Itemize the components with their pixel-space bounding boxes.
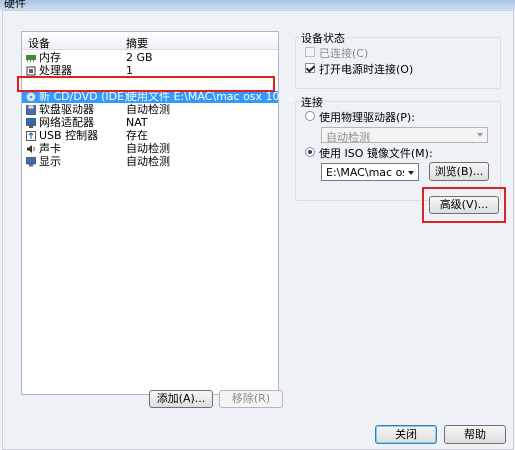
- device-list-header: 设备 摘要: [22, 32, 278, 50]
- device-name: 显示: [39, 155, 61, 168]
- add-button[interactable]: 添加(A)...: [149, 390, 213, 408]
- connect-at-power-on-label: 打开电源时连接(O): [319, 63, 414, 76]
- device-name: USB 控制器: [39, 129, 99, 142]
- connection-title: 连接: [299, 94, 325, 110]
- device-row-cd-dvd[interactable]: 新 CD/DVD (IDE) 使用文件 E:\MAC\mac osx 10...…: [22, 90, 294, 103]
- device-summary: 使用文件 E:\MAC\mac osx 10....: [126, 90, 294, 103]
- usb-icon: [26, 131, 36, 141]
- connect-at-power-on-checkbox[interactable]: [305, 63, 315, 73]
- iso-file-radio[interactable]: [305, 147, 315, 157]
- highlight-advanced-button: [422, 187, 506, 223]
- title-bar: 硬件: [0, 0, 515, 10]
- hardware-dialog: 设备 摘要 内存 2 GB 处理器 1 新 CD/DVD (IDE) 使用文件 …: [2, 10, 514, 450]
- device-status-title: 设备状态: [299, 30, 347, 46]
- device-name: 软盘驱动器: [39, 103, 94, 116]
- column-header-summary[interactable]: 摘要: [126, 35, 148, 51]
- device-summary: 2 GB: [126, 51, 153, 64]
- network-icon: [26, 118, 36, 128]
- connected-label: 已连接(C): [319, 47, 369, 60]
- device-row-display[interactable]: 显示 自动检测: [22, 156, 278, 168]
- iso-path-value: E:\MAC\mac osx 10: [326, 166, 404, 179]
- display-icon: [26, 157, 36, 167]
- physical-drive-dropdown[interactable]: 自动检测: [321, 127, 488, 144]
- device-name: 网络适配器: [39, 116, 94, 129]
- help-button[interactable]: 帮助: [444, 425, 506, 444]
- device-summary: NAT: [126, 116, 148, 129]
- device-name: 内存: [39, 51, 61, 64]
- device-row-sound[interactable]: 声卡 自动检测: [22, 143, 278, 155]
- physical-drive-value: 自动检测: [326, 131, 370, 144]
- floppy-icon: [26, 105, 36, 115]
- processor-icon: [26, 66, 36, 76]
- iso-file-label: 使用 ISO 镜像文件(M):: [319, 147, 433, 160]
- device-summary: 自动检测: [126, 103, 170, 116]
- cd-dvd-icon: [26, 92, 36, 102]
- chevron-down-icon: [477, 133, 483, 137]
- sound-icon: [27, 145, 35, 153]
- connected-checkbox[interactable]: [305, 47, 315, 57]
- close-button[interactable]: 关闭: [375, 425, 437, 444]
- device-name: 声卡: [39, 142, 61, 155]
- device-summary: 自动检测: [126, 142, 170, 155]
- iso-path-combobox[interactable]: E:\MAC\mac osx 10: [321, 163, 419, 181]
- device-row-usb[interactable]: USB 控制器 存在: [22, 130, 278, 142]
- highlight-selected-device: [17, 76, 275, 92]
- device-name: 新 CD/DVD (IDE): [39, 90, 129, 103]
- device-row-floppy[interactable]: 软盘驱动器 自动检测: [22, 104, 278, 116]
- device-summary: 自动检测: [126, 155, 170, 168]
- browse-button[interactable]: 浏览(B)...: [429, 162, 489, 181]
- chevron-down-icon: [408, 171, 414, 175]
- column-header-device[interactable]: 设备: [28, 35, 50, 51]
- device-row-memory[interactable]: 内存 2 GB: [22, 52, 278, 64]
- physical-drive-radio[interactable]: [305, 111, 315, 121]
- physical-drive-label: 使用物理驱动器(P):: [319, 111, 415, 124]
- device-summary: 存在: [126, 129, 148, 142]
- window-title: 硬件: [4, 0, 26, 10]
- device-row-network[interactable]: 网络适配器 NAT: [22, 117, 278, 129]
- remove-button[interactable]: 移除(R): [219, 390, 283, 408]
- memory-icon: [26, 55, 36, 62]
